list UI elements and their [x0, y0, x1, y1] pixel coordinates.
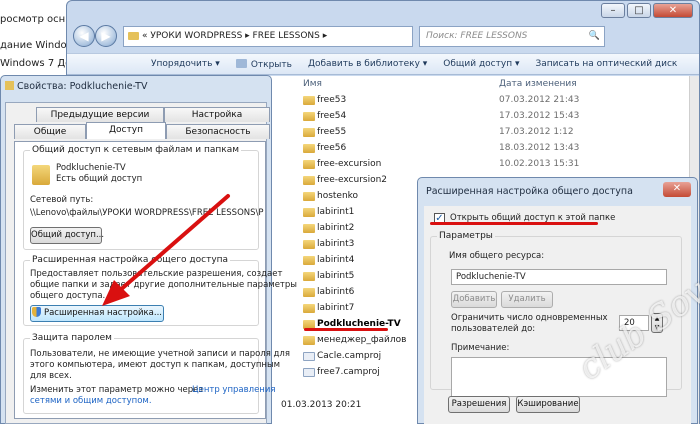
tab-sharing[interactable]: Доступ: [86, 122, 166, 139]
